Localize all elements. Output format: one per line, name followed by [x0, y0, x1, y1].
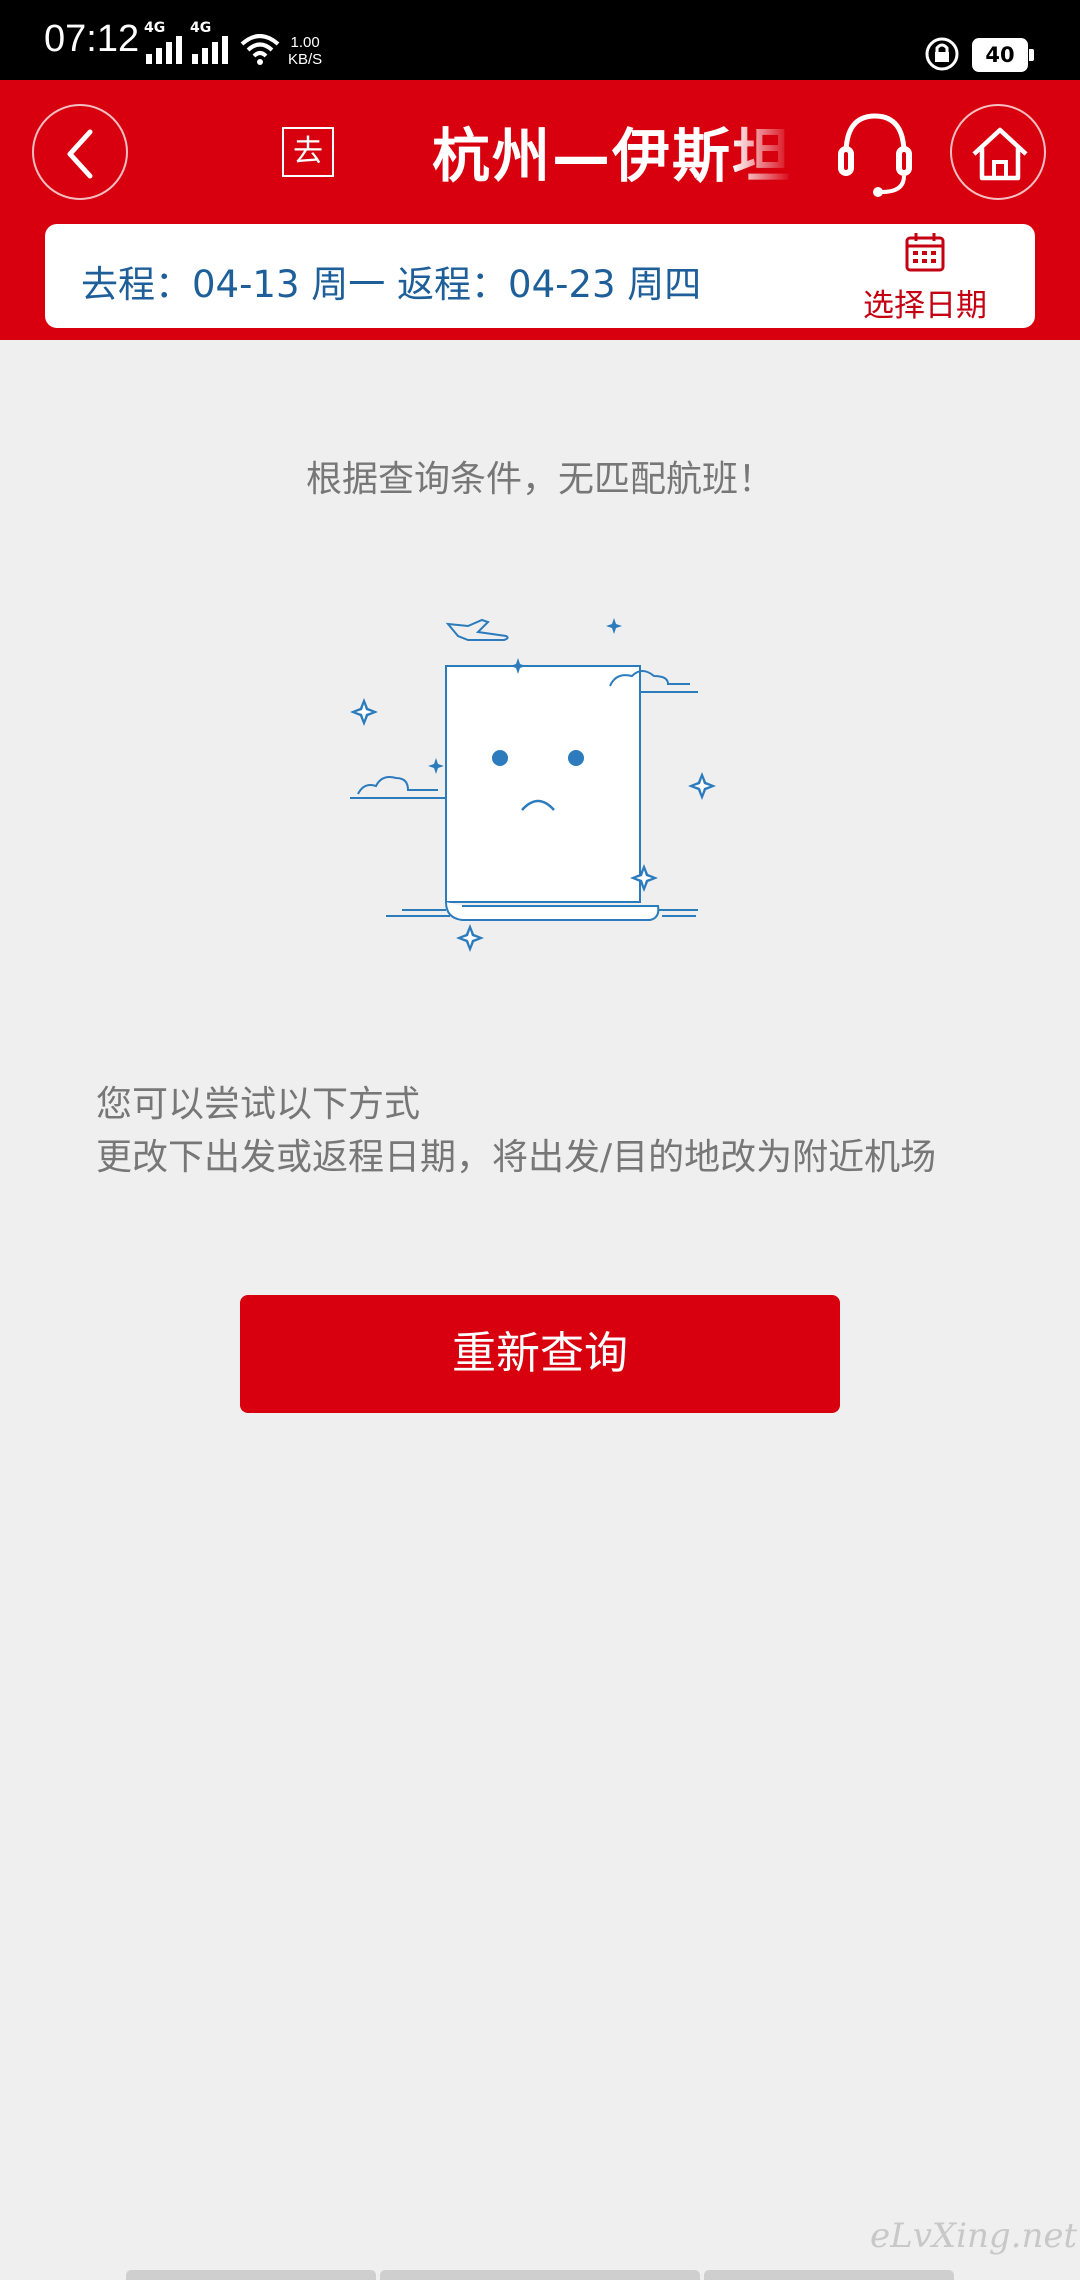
title-fade: [732, 116, 792, 196]
suggestion-heading: 您可以尝试以下方式: [96, 1084, 421, 1125]
nav-hint-left: [126, 2270, 376, 2280]
status-time: 07:12: [44, 18, 140, 60]
home-icon: [972, 127, 1028, 181]
battery-icon: 40: [972, 38, 1034, 72]
no-flights-message: 根据查询条件，无匹配航班！: [305, 459, 774, 500]
date-selector-card[interactable]: 去程：04-13 周一 返程：04-23 周四 选择日期: [45, 224, 1035, 328]
back-button[interactable]: [32, 104, 128, 200]
trip-direction-badge: 去: [282, 127, 334, 177]
signal-icon-sim1: 4G: [144, 20, 182, 64]
rotation-lock-icon: [925, 37, 959, 71]
status-bar: 07:12 4G 4G 1.00 KB/S 40: [0, 0, 1080, 80]
back-arrow-icon: [67, 129, 93, 179]
headset-icon[interactable]: [832, 104, 918, 204]
search-again-button[interactable]: 重新查询: [240, 1295, 840, 1413]
wifi-icon: [240, 34, 280, 65]
suggestion-text: 更改下出发或返程日期，将出发/目的地改为附近机场: [96, 1137, 937, 1178]
airplane-icon: [445, 618, 509, 641]
calendar-icon[interactable]: [903, 230, 947, 274]
header-bar: 去 杭州—伊斯坦布尔 去程：04-13 周一 返程：04-23 周四: [0, 80, 1080, 340]
signal-icon-sim2: 4G: [190, 20, 228, 64]
network-speed: 1.00 KB/S: [288, 34, 323, 68]
trip-dates-summary: 去程：04-13 周一 返程：04-23 周四: [81, 263, 702, 306]
home-button[interactable]: [950, 104, 1046, 200]
nav-hint-center: [380, 2270, 700, 2280]
sad-document-illustration: [350, 618, 716, 952]
watermark-text: eLvXing.net: [870, 2216, 1078, 2256]
nav-hint-right: [704, 2270, 954, 2280]
select-date-label[interactable]: 选择日期: [863, 280, 987, 325]
